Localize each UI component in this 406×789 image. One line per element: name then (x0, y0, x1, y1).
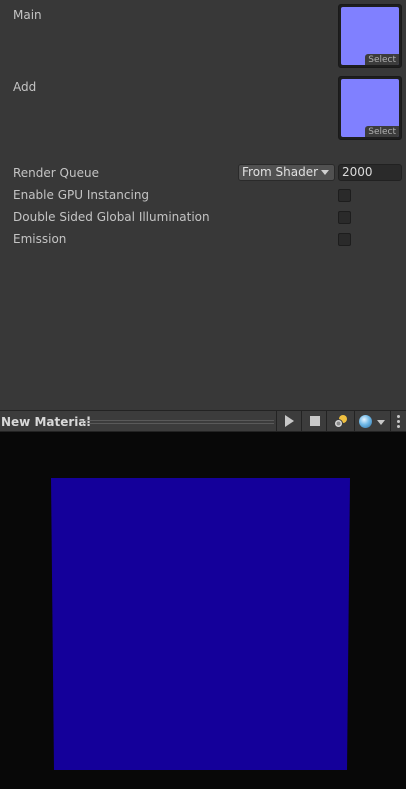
light-icon (334, 415, 347, 428)
chevron-down-icon (377, 420, 385, 425)
texture-label-add: Add (13, 80, 37, 94)
stop-icon (310, 416, 320, 426)
texture-select-button-main[interactable]: Select (365, 54, 399, 65)
material-inspector: Main Select Add Select Render Queue From… (0, 0, 406, 410)
double-sided-gi-checkbox[interactable] (338, 211, 351, 224)
play-icon (285, 415, 294, 427)
render-queue-dropdown-value: From Shader (242, 165, 319, 179)
sphere-icon (359, 415, 372, 428)
material-preview-quad (51, 478, 350, 770)
emission-label: Emission (13, 232, 67, 246)
texture-swatch-add: Select (341, 79, 399, 137)
more-icon (397, 415, 400, 428)
chevron-down-icon (321, 170, 329, 175)
texture-swatch-main: Select (341, 7, 399, 65)
preview-header[interactable]: New Material (0, 410, 406, 432)
double-sided-gi-label: Double Sided Global Illumination (13, 210, 210, 224)
gpu-instancing-label: Enable GPU Instancing (13, 188, 150, 202)
preview-title: New Material (1, 415, 91, 429)
texture-label-main: Main (13, 8, 42, 22)
texture-slot-add[interactable]: Select (338, 76, 402, 140)
preview-drag-handle[interactable] (84, 420, 274, 424)
render-queue-value-field[interactable]: 2000 (338, 164, 402, 181)
gpu-instancing-checkbox[interactable] (338, 189, 351, 202)
texture-select-button-add[interactable]: Select (365, 126, 399, 137)
texture-slot-main[interactable]: Select (338, 4, 402, 68)
emission-checkbox[interactable] (338, 233, 351, 246)
render-queue-dropdown[interactable]: From Shader (238, 164, 335, 181)
material-preview-viewport[interactable] (0, 432, 406, 789)
render-queue-label: Render Queue (13, 166, 99, 180)
